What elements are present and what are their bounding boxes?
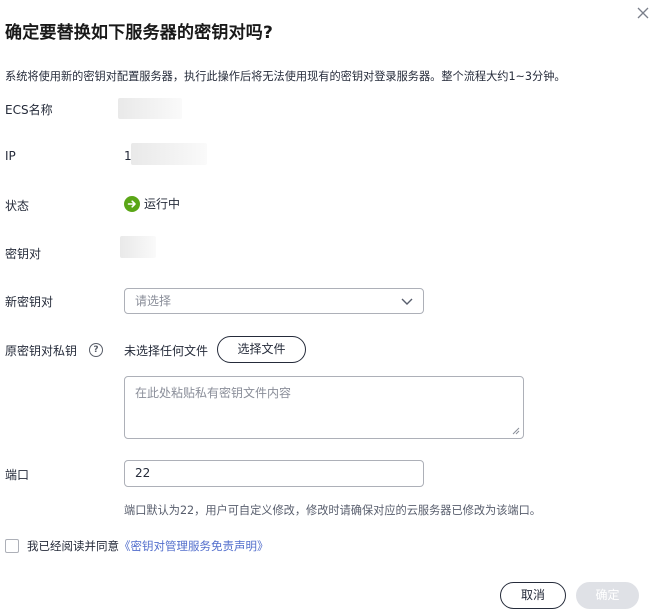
close-icon[interactable] [636,6,650,20]
ecs-name-label: ECS名称 [5,103,53,117]
status-label: 状态 [5,199,30,213]
agreement-prefix: 我已经阅读并同意 [27,539,119,553]
question-circle-icon[interactable]: ? [89,343,103,357]
arrow-right-circle-icon [124,195,140,212]
new-keypair-label: 新密钥对 [5,295,54,309]
agreement-text: 我已经阅读并同意《密钥对管理服务免责声明》 [27,538,269,554]
replace-keypair-dialog: 确定要替换如下服务器的密钥对吗? 系统将使用新的密钥对配置服务器，执行此操作后将… [0,0,652,616]
no-file-text: 未选择任何文件 [124,344,209,358]
disclaimer-link[interactable]: 《密钥对管理服务免责声明》 [119,539,269,553]
dialog-description: 系统将使用新的密钥对配置服务器，执行此操作后将无法使用现有的密钥对登录服务器。整… [5,70,566,83]
status-badge: 运行中 [124,195,180,212]
ecs-name-value-redacted [118,98,182,119]
status-value: 运行中 [144,197,181,211]
choose-file-button[interactable]: 选择文件 [217,336,306,363]
keypair-label: 密钥对 [5,247,42,261]
confirm-button[interactable]: 确定 [576,582,639,609]
dialog-title: 确定要替换如下服务器的密钥对吗? [5,23,274,43]
ip-label: IP [5,149,16,163]
ip-value-redacted [131,143,207,165]
port-input[interactable]: 22 [124,460,424,487]
private-key-placeholder: 在此处粘贴私有密钥文件内容 [135,386,292,400]
private-key-label: 原密钥对私钥 [5,344,78,358]
agreement-checkbox[interactable] [5,539,19,553]
port-hint: 端口默认为22，用户可自定义修改，修改时请确保对应的云服务器已修改为该端口。 [124,504,541,517]
port-label: 端口 [5,468,30,482]
cancel-button[interactable]: 取消 [500,582,566,609]
resize-grip-icon[interactable] [512,427,520,435]
new-keypair-select[interactable]: 请选择 [124,288,424,314]
new-keypair-placeholder: 请选择 [135,294,172,308]
private-key-textarea[interactable]: 在此处粘贴私有密钥文件内容 [124,376,524,439]
chevron-down-icon [401,298,413,305]
keypair-value-redacted [120,236,156,258]
